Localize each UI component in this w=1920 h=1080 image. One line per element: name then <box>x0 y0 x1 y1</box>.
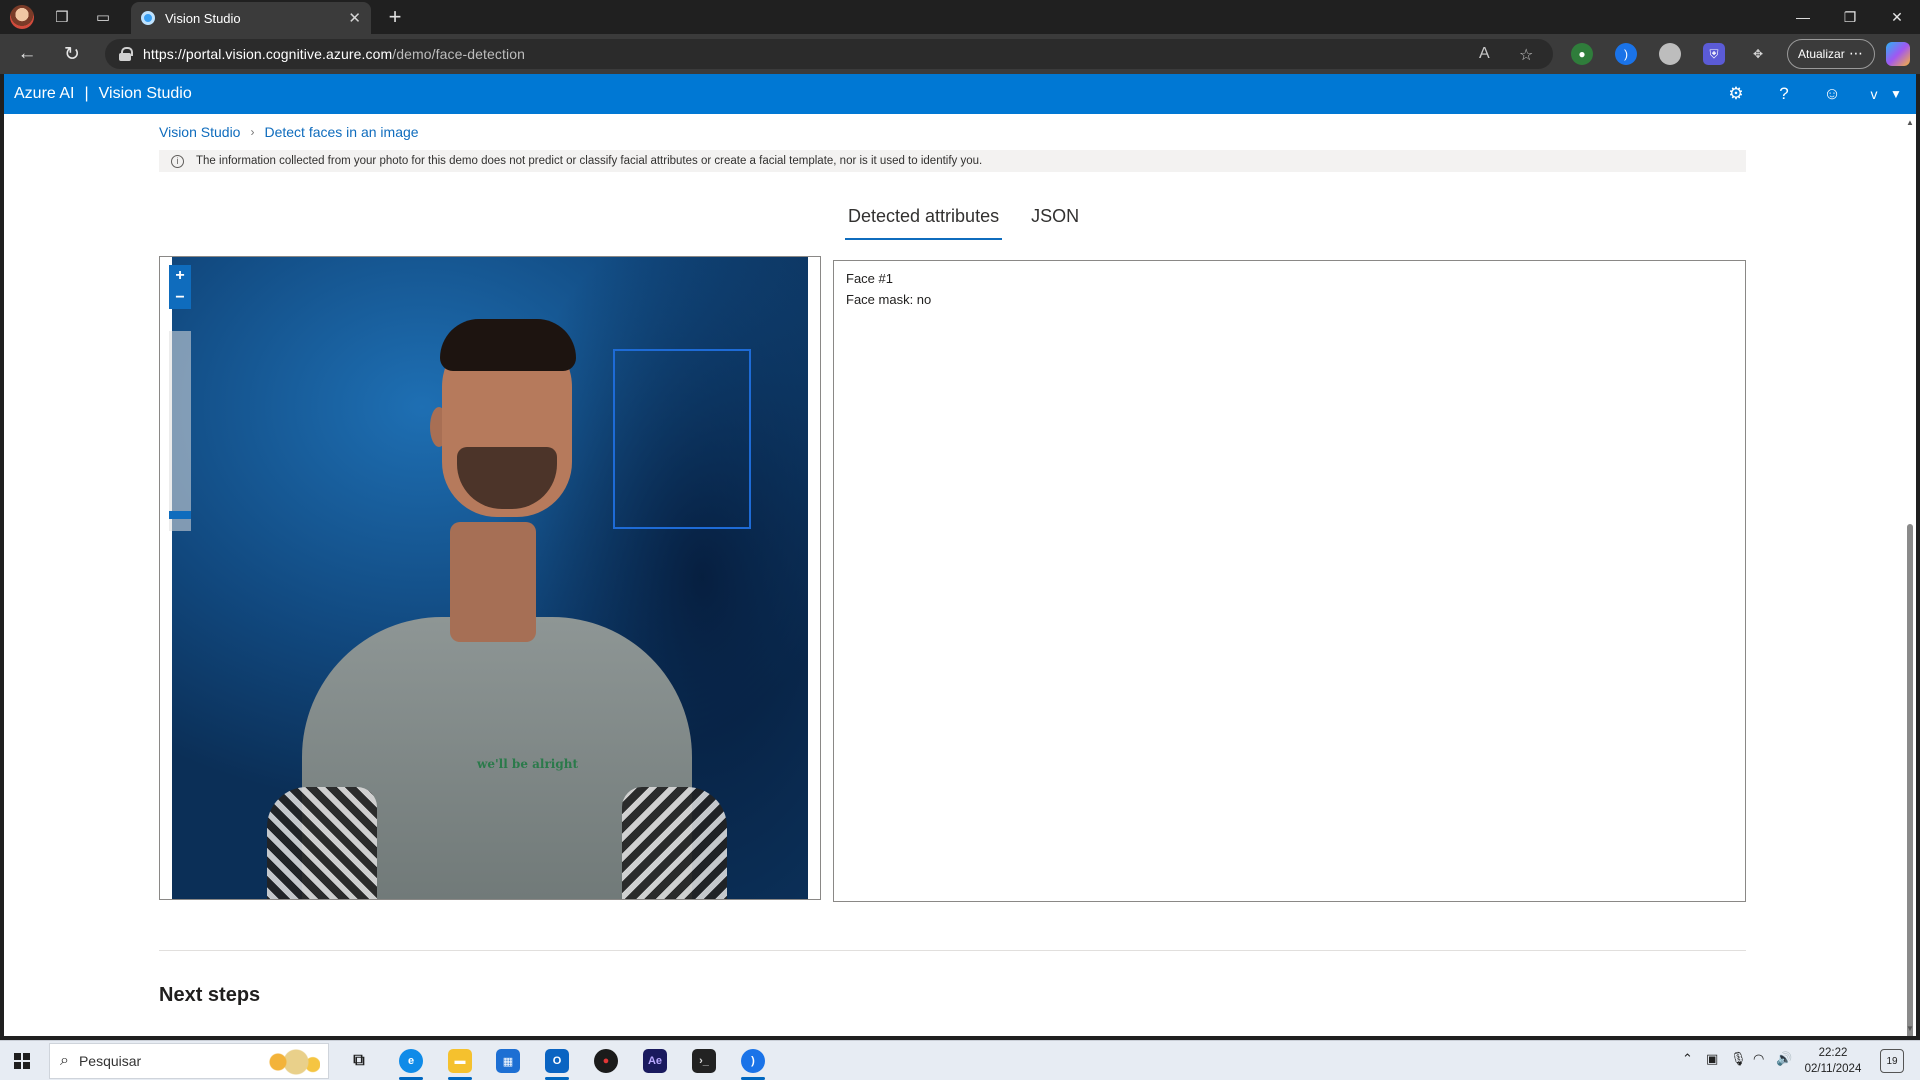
browser-tab-vision-studio[interactable]: Vision Studio ✕ <box>131 2 371 34</box>
volume-icon[interactable]: 🔊 <box>1776 1051 1792 1067</box>
profile-avatar[interactable] <box>10 5 34 29</box>
copilot-icon[interactable] <box>1886 42 1910 66</box>
notifications-badge[interactable]: 19 <box>1880 1049 1904 1073</box>
after-effects-icon[interactable]: Ae <box>635 1045 675 1077</box>
photo-shirt-text: we'll be alright <box>477 757 579 771</box>
update-browser-button[interactable]: Atualizar ⋯ <box>1787 39 1875 69</box>
clock-time: 22:22 <box>1818 1047 1848 1059</box>
zoom-slider[interactable] <box>169 331 191 531</box>
photo-left-sleeve <box>267 787 377 899</box>
browser-tab-bar: ❒ ▭ Vision Studio ✕ + — ❐ ✕ <box>0 0 1920 34</box>
browser-toolbar: ← ↻ https://portal.vision.cognitive.azur… <box>0 34 1920 74</box>
feedback-smiley-icon[interactable]: ☺ <box>1819 82 1845 106</box>
privacy-notice-text: The information collected from your phot… <box>196 155 983 167</box>
restore-window-button[interactable]: ❐ <box>1827 0 1873 34</box>
face-mask-value: Face mask: no <box>846 292 932 307</box>
tab-title: Vision Studio <box>165 10 241 26</box>
zoom-out-button[interactable]: − <box>169 287 191 309</box>
show-hidden-icons-chevron-icon[interactable]: ⌃ <box>1682 1051 1693 1067</box>
favorite-star-icon[interactable]: ☆ <box>1519 45 1533 65</box>
minimize-window-button[interactable]: — <box>1780 0 1826 34</box>
close-window-button[interactable]: ✕ <box>1874 0 1920 34</box>
address-bar[interactable]: https://portal.vision.cognitive.azure.co… <box>105 39 1553 69</box>
section-divider <box>159 950 1746 951</box>
face-bounding-box[interactable] <box>613 349 751 529</box>
search-highlight-art-icon <box>260 1049 320 1075</box>
address-url: https://portal.vision.cognitive.azure.co… <box>143 46 525 62</box>
tab-actions-icon[interactable]: ▭ <box>88 5 118 29</box>
microsoft-store-icon[interactable]: ▦ <box>488 1045 528 1077</box>
file-explorer-icon[interactable]: ▬ <box>440 1045 480 1080</box>
brand-separator: | <box>84 85 89 102</box>
detected-attributes-panel: Face #1 Face mask: no <box>833 260 1746 902</box>
help-icon[interactable]: ? <box>1771 82 1797 106</box>
product-name[interactable]: Vision Studio <box>99 85 192 103</box>
microphone-icon[interactable]: 🎙 <box>1730 1051 1747 1067</box>
zoom-in-button[interactable]: + <box>169 265 191 287</box>
update-label: Atualizar <box>1798 47 1845 61</box>
info-icon: i <box>171 154 184 168</box>
back-button[interactable]: ← <box>12 40 42 68</box>
system-clock[interactable]: 22:22 02/11/2024 <box>1798 1045 1868 1077</box>
page-scrollbar[interactable]: ▲ ▼ <box>1904 114 1916 1036</box>
lock-icon[interactable] <box>119 47 133 61</box>
wifi-icon[interactable]: ◠ <box>1753 1051 1764 1067</box>
outlook-icon[interactable]: O <box>537 1045 577 1080</box>
tab-detected-attributes[interactable]: Detected attributes <box>845 206 1003 240</box>
settings-gear-icon[interactable]: ⚙ <box>1723 82 1749 106</box>
extension-blue-icon[interactable]: ) <box>1615 43 1637 65</box>
face-label: Face #1 <box>846 271 893 286</box>
extension-shield-icon[interactable]: ⛨ <box>1703 43 1725 65</box>
camera-tray-icon[interactable]: ▣ <box>1706 1051 1718 1067</box>
breadcrumb-current-link[interactable]: Detect faces in an image <box>264 124 418 140</box>
scroll-down-arrow-icon[interactable]: ▼ <box>1906 1024 1914 1034</box>
url-path: /demo/face-detection <box>392 46 525 62</box>
clock-date: 02/11/2024 <box>1804 1063 1862 1075</box>
search-icon: ⌕ <box>60 1052 69 1069</box>
tab-json[interactable]: JSON <box>1028 206 1082 240</box>
scroll-up-arrow-icon[interactable]: ▲ <box>1906 118 1914 128</box>
chevron-right-icon: › <box>250 125 255 139</box>
result-tabs: Detected attributes JSON <box>845 206 1108 240</box>
more-menu-icon[interactable]: ⋯ <box>1849 45 1864 62</box>
scrollbar-thumb[interactable] <box>1907 524 1913 1036</box>
taskbar-search-box[interactable]: ⌕ Pesquisar <box>49 1043 329 1079</box>
read-aloud-icon[interactable]: A <box>1479 45 1490 63</box>
vision-studio-favicon-icon <box>141 11 155 25</box>
new-tab-button[interactable]: + <box>380 3 410 31</box>
windows-taskbar: ⌕ Pesquisar ⧉ e ▬ ▦ O ● Ae ›_ ) ⌃ ▣ 🎙 ◠ … <box>0 1040 1920 1080</box>
refresh-button[interactable]: ↻ <box>57 40 87 68</box>
image-viewer[interactable]: we'll be alright + − <box>159 256 821 900</box>
photo-neck <box>450 522 536 642</box>
extensions-puzzle-icon[interactable]: ✥ <box>1747 43 1769 65</box>
search-placeholder: Pesquisar <box>78 1053 142 1069</box>
edge-browser-icon[interactable]: e <box>391 1045 431 1080</box>
red-app-icon[interactable]: ● <box>586 1045 626 1077</box>
breadcrumb-home-link[interactable]: Vision Studio <box>159 124 240 140</box>
account-chevron-down-icon[interactable]: ▼ <box>1883 82 1909 106</box>
photo-right-sleeve <box>622 787 727 899</box>
breadcrumb: Vision Studio › Detect faces in an image <box>159 124 419 140</box>
next-steps-heading: Next steps <box>159 984 261 1006</box>
task-view-icon[interactable]: ⧉ <box>339 1045 379 1077</box>
photo-hair <box>440 319 576 371</box>
workspaces-icon[interactable]: ❒ <box>47 5 77 29</box>
zoom-slider-thumb[interactable] <box>169 511 191 519</box>
url-host: https://portal.vision.cognitive.azure.co… <box>143 46 393 62</box>
blue-app-icon[interactable]: ) <box>733 1045 773 1080</box>
close-tab-icon[interactable]: ✕ <box>348 9 361 27</box>
extension-grey-icon[interactable] <box>1659 43 1681 65</box>
web-page: Azure AI | Vision Studio ⚙ ? ☺ v ▼ Visio… <box>4 74 1916 1036</box>
privacy-notice: i The information collected from your ph… <box>159 150 1746 172</box>
start-windows-icon[interactable] <box>14 1053 30 1069</box>
app-header: Azure AI | Vision Studio ⚙ ? ☺ v ▼ <box>4 74 1916 114</box>
brand-name[interactable]: Azure AI <box>14 85 74 103</box>
terminal-icon[interactable]: ›_ <box>684 1045 724 1077</box>
extension-green-icon[interactable]: ● <box>1571 43 1593 65</box>
